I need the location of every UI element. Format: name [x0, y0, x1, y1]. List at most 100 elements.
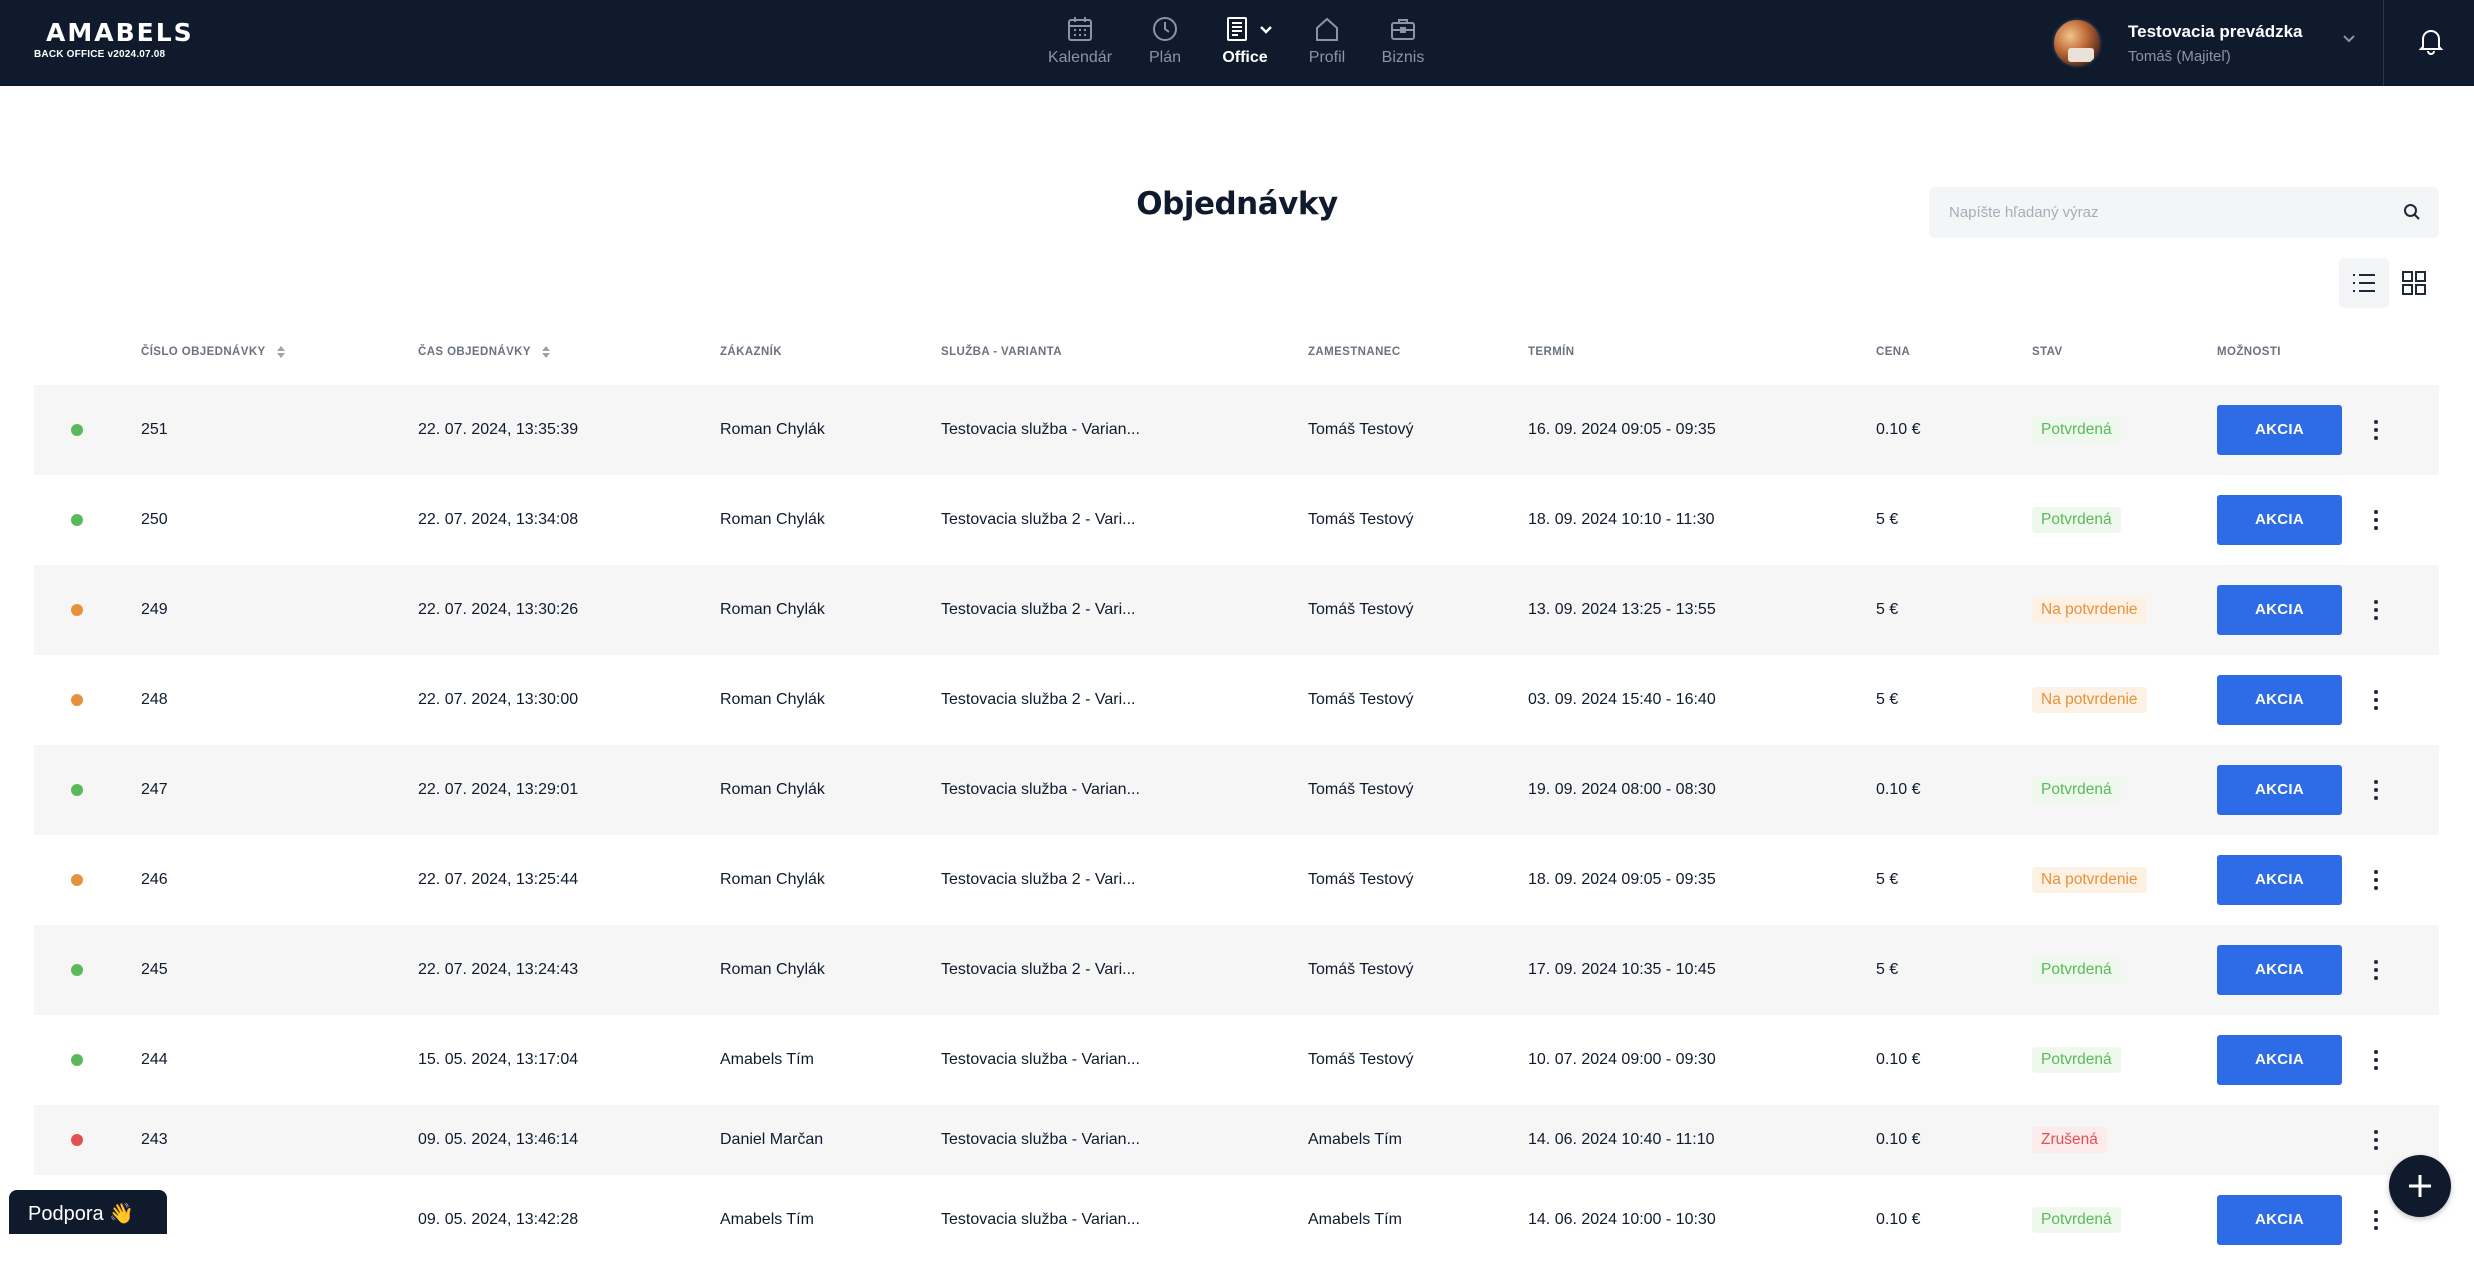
- bell-icon: [2418, 30, 2444, 55]
- list-view-icon: [2353, 274, 2375, 292]
- nav-item-profile[interactable]: Profil: [1302, 12, 1352, 67]
- service-variant: Testovacia služba 2 - Vari...: [941, 691, 1136, 708]
- employee-name: Amabels Tím: [1308, 1131, 1402, 1148]
- appointment-term: 14. 06. 2024 10:40 - 11:10: [1528, 1131, 1715, 1148]
- more-options-icon[interactable]: [2364, 595, 2388, 625]
- search-box: [1929, 187, 2439, 238]
- more-options-icon[interactable]: [2364, 415, 2388, 445]
- service-variant: Testovacia služba - Varian...: [941, 781, 1140, 798]
- table-row[interactable]: 249 22. 07. 2024, 13:30:26 Roman Chylák Tes…: [34, 565, 2439, 655]
- header-divider: [2383, 0, 2384, 86]
- briefcase-icon: [1391, 19, 1415, 40]
- more-options-icon[interactable]: [2364, 685, 2388, 715]
- column-label: ČÍSLO OBJEDNÁVKY: [141, 346, 266, 359]
- customer-name: Roman Chylák: [720, 691, 825, 708]
- more-options-icon[interactable]: [2364, 1045, 2388, 1075]
- service-variant: Testovacia služba 2 - Vari...: [941, 601, 1136, 618]
- status-badge: Potvrdená: [2032, 417, 2121, 443]
- column-label: ČAS OBJEDNÁVKY: [418, 346, 531, 359]
- table-row[interactable]: 251 22. 07. 2024, 13:35:39 Roman Chylák Tes…: [34, 385, 2439, 475]
- add-order-button[interactable]: [2389, 1155, 2451, 1217]
- table-row[interactable]: 245 22. 07. 2024, 13:24:43 Roman Chylák Tes…: [34, 925, 2439, 1015]
- action-button[interactable]: AKCIA: [2217, 675, 2342, 725]
- brand-logo[interactable]: AMABELS BACK OFFICE v2024.07.08: [34, 18, 194, 60]
- top-bar: AMABELS BACK OFFICE v2024.07.08 Kalendár…: [0, 0, 2474, 86]
- sort-icon: [542, 346, 551, 358]
- chevron-down-icon: [2343, 35, 2355, 43]
- table-row[interactable]: 243 09. 05. 2024, 13:46:14 Daniel Marčan Te…: [34, 1105, 2439, 1175]
- nav-item-calendar[interactable]: Kalendár: [1040, 12, 1120, 67]
- column-order-time[interactable]: ČAS OBJEDNÁVKY: [418, 346, 551, 359]
- column-order-number[interactable]: ČÍSLO OBJEDNÁVKY: [141, 346, 286, 359]
- action-button[interactable]: AKCIA: [2217, 1195, 2342, 1245]
- employee-name: Amabels Tím: [1308, 1211, 1402, 1228]
- price: 5 €: [1876, 961, 1899, 978]
- calendar-icon: [1068, 17, 1092, 41]
- nav-label-calendar: Kalendár: [1047, 49, 1113, 66]
- status-dot: [71, 964, 83, 976]
- order-number: 251: [141, 421, 168, 438]
- search-input[interactable]: [1929, 187, 2389, 238]
- nav-item-plan[interactable]: Plán: [1140, 12, 1190, 67]
- table-row[interactable]: 244 15. 05. 2024, 13:17:04 Amabels Tím Test…: [34, 1015, 2439, 1105]
- more-options-icon[interactable]: [2364, 955, 2388, 985]
- employee-name: Tomáš Testový: [1308, 511, 1414, 528]
- status-dot: [71, 1134, 83, 1146]
- table-row[interactable]: 247 22. 07. 2024, 13:29:01 Roman Chylák Tes…: [34, 745, 2439, 835]
- action-button[interactable]: AKCIA: [2217, 495, 2342, 545]
- order-number: 250: [141, 511, 168, 528]
- price: 0.10 €: [1876, 1051, 1921, 1068]
- status-badge: Potvrdená: [2032, 507, 2121, 533]
- sort-icon: [277, 346, 286, 358]
- nav-item-office[interactable]: Office: [1215, 12, 1275, 67]
- status-badge: Potvrdená: [2032, 777, 2121, 803]
- more-options-icon[interactable]: [2364, 1125, 2388, 1155]
- order-time: 22. 07. 2024, 13:29:01: [418, 781, 579, 798]
- appointment-term: 18. 09. 2024 10:10 - 11:30: [1528, 511, 1715, 528]
- status-dot: [71, 1054, 83, 1066]
- table-row[interactable]: 250 22. 07. 2024, 13:34:08 Roman Chylák Tes…: [34, 475, 2439, 565]
- order-number: 244: [141, 1051, 168, 1068]
- notifications-button[interactable]: [2418, 27, 2444, 60]
- price: 5 €: [1876, 511, 1899, 528]
- order-time: 22. 07. 2024, 13:24:43: [418, 961, 579, 978]
- chevron-down-icon: [1260, 26, 1272, 34]
- brand-subtitle: BACK OFFICE v2024.07.08: [34, 49, 166, 60]
- grid-view-button[interactable]: [2389, 258, 2439, 308]
- order-time: 22. 07. 2024, 13:30:00: [418, 691, 579, 708]
- customer-name: Roman Chylák: [720, 871, 825, 888]
- user-role: Tomáš (Majiteľ): [2128, 48, 2231, 65]
- table-row[interactable]: 24209. 05. 2024, 13:42:28Amabels TímTest…: [34, 1175, 2439, 1265]
- action-button[interactable]: AKCIA: [2217, 405, 2342, 455]
- table-row[interactable]: 248 22. 07. 2024, 13:30:00 Roman Chylák Tes…: [34, 655, 2439, 745]
- action-button[interactable]: AKCIA: [2217, 945, 2342, 995]
- list-view-button[interactable]: [2339, 258, 2389, 308]
- customer-name: Roman Chylák: [720, 601, 825, 618]
- nav-label-profile: Profil: [1308, 49, 1346, 66]
- nav-item-business[interactable]: Biznis: [1378, 12, 1428, 67]
- more-options-icon[interactable]: [2364, 1205, 2388, 1235]
- business-name: Testovacia prevádzka: [2128, 22, 2303, 41]
- customer-name: Daniel Marčan: [720, 1131, 824, 1148]
- more-options-icon[interactable]: [2364, 865, 2388, 895]
- service-variant: Testovacia služba - Varian...: [941, 421, 1140, 438]
- more-options-icon[interactable]: [2364, 775, 2388, 805]
- service-variant: Testovacia služba 2 - Vari...: [941, 511, 1136, 528]
- status-badge: Na potvrdenie: [2032, 597, 2147, 623]
- support-button[interactable]: Podpora 👋: [9, 1190, 167, 1234]
- action-button[interactable]: AKCIA: [2217, 765, 2342, 815]
- action-button[interactable]: AKCIA: [2217, 585, 2342, 635]
- action-button[interactable]: AKCIA: [2217, 1035, 2342, 1085]
- status-badge: Potvrdená: [2032, 957, 2121, 983]
- customer-name: Amabels Tím: [720, 1211, 814, 1228]
- search-icon[interactable]: [2403, 203, 2421, 221]
- document-icon: [1227, 17, 1247, 41]
- employee-name: Tomáš Testový: [1308, 421, 1414, 438]
- action-button[interactable]: AKCIA: [2217, 855, 2342, 905]
- customer-name: Roman Chylák: [720, 781, 825, 798]
- table-row[interactable]: 246 22. 07. 2024, 13:25:44 Roman Chylák Tes…: [34, 835, 2439, 925]
- employee-name: Tomáš Testový: [1308, 601, 1414, 618]
- status-dot: [71, 694, 83, 706]
- more-options-icon[interactable]: [2364, 505, 2388, 535]
- status-dot: [71, 784, 83, 796]
